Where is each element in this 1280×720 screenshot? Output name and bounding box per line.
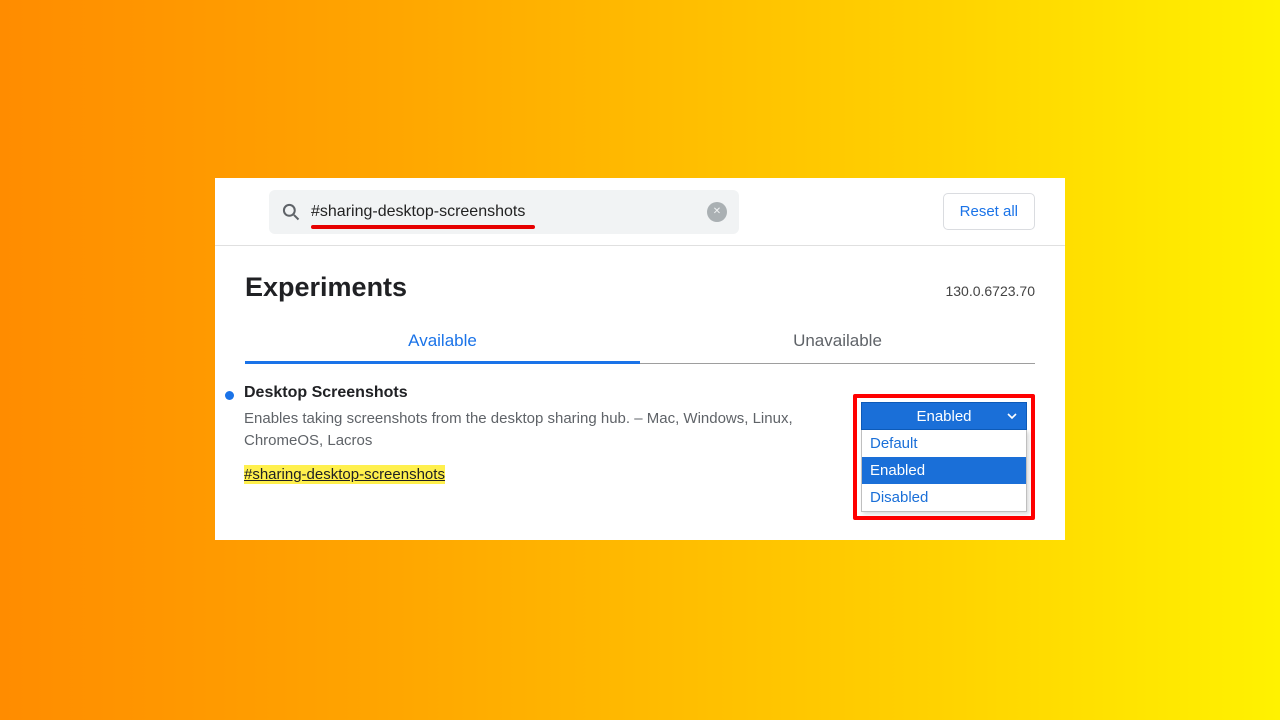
select-option-default[interactable]: Default	[862, 430, 1026, 457]
flag-hash-link[interactable]: #sharing-desktop-screenshots	[244, 465, 445, 484]
flag-state-select[interactable]: Enabled	[861, 402, 1027, 430]
flag-title: Desktop Screenshots	[244, 384, 833, 402]
select-option-enabled[interactable]: Enabled	[862, 457, 1026, 484]
search-value: #sharing-desktop-screenshots	[311, 203, 525, 220]
search-box[interactable]: #sharing-desktop-screenshots	[269, 190, 739, 234]
tab-available[interactable]: Available	[245, 331, 640, 363]
select-options-list: Default Enabled Disabled	[861, 430, 1027, 512]
search-icon	[281, 202, 301, 222]
modified-indicator-icon	[225, 391, 234, 400]
chevron-down-icon	[1006, 410, 1018, 422]
flag-description: Enables taking screenshots from the desk…	[244, 408, 804, 452]
reset-all-button[interactable]: Reset all	[943, 193, 1035, 230]
flag-text: Desktop Screenshots Enables taking scree…	[244, 384, 853, 484]
flag-row: Desktop Screenshots Enables taking scree…	[215, 364, 1065, 520]
tab-unavailable[interactable]: Unavailable	[640, 331, 1035, 363]
search-input[interactable]: #sharing-desktop-screenshots	[311, 203, 707, 221]
select-option-disabled[interactable]: Disabled	[862, 484, 1026, 511]
flags-panel: #sharing-desktop-screenshots Reset all E…	[215, 178, 1065, 540]
select-value: Enabled	[916, 408, 971, 425]
header-row: Experiments 130.0.6723.70	[215, 246, 1065, 303]
annotation-highlight-box: Enabled Default Enabled Disabled	[853, 394, 1035, 520]
tabs: Available Unavailable	[245, 331, 1035, 364]
annotation-underline	[311, 225, 535, 229]
version-label: 130.0.6723.70	[945, 283, 1035, 299]
top-bar: #sharing-desktop-screenshots Reset all	[215, 178, 1065, 246]
clear-search-icon[interactable]	[707, 202, 727, 222]
page-title: Experiments	[245, 272, 407, 303]
